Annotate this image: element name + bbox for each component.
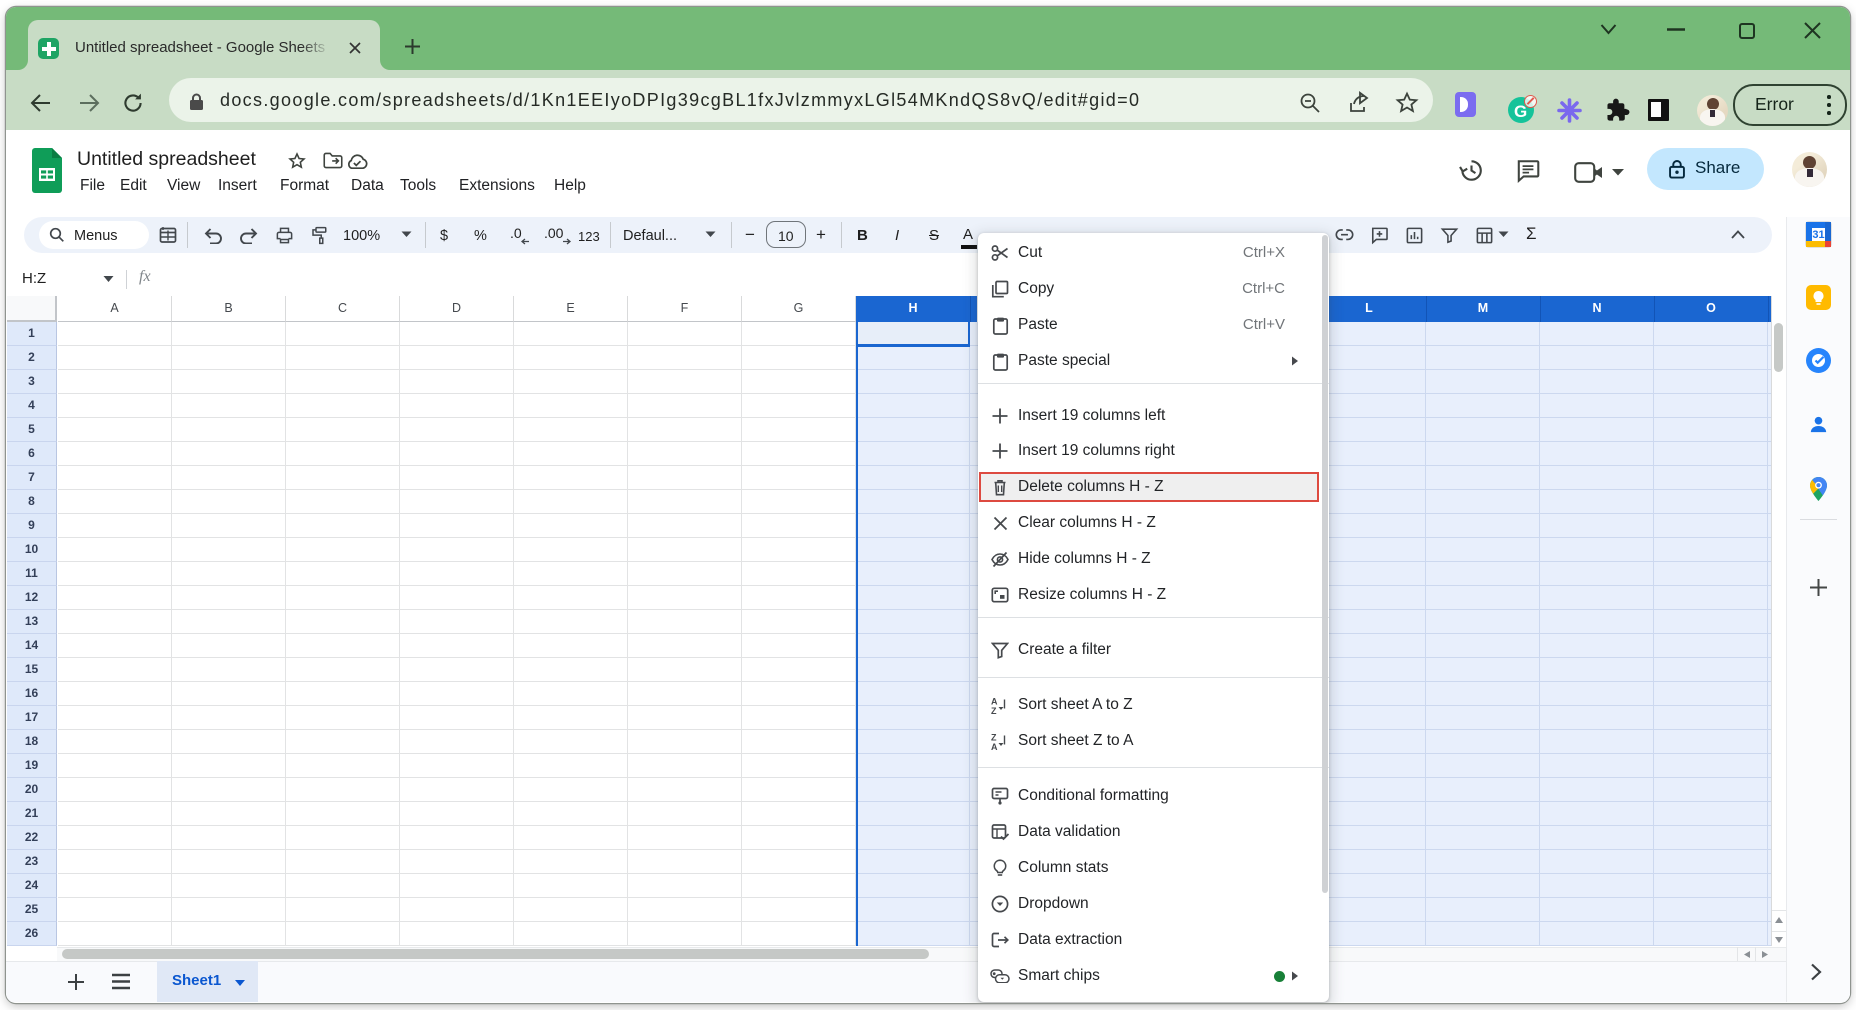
svg-text:A: A [991,697,998,707]
svg-text:Z: Z [991,733,997,743]
svg-text:Z: Z [991,706,997,714]
svg-text:A: A [991,742,998,750]
